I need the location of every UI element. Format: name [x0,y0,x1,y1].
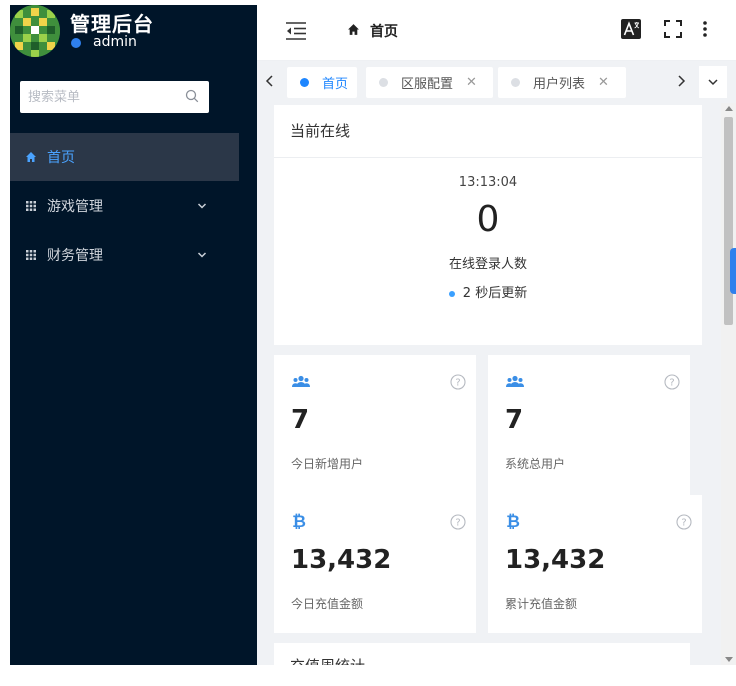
tab-dot [511,78,520,87]
tab-server-config[interactable]: 区服配置 ✕ [366,67,493,98]
breadcrumb[interactable]: 首页 [370,21,398,41]
online-count: 0 [476,199,500,240]
grid-icon [25,249,37,261]
current-time: 13:13:04 [458,175,518,190]
stat-card-new-users: ? 7 今日新增用户 [274,355,476,495]
bitcoin-icon: ₿ [292,512,306,530]
svg-text:?: ? [455,518,460,529]
stat-card-today-recharge: ₿ ? 13,432 今日充值金额 [274,495,476,633]
home-icon [348,24,359,35]
svg-text:₿: ₿ [506,512,520,530]
tab-dot [300,78,309,87]
settings-drawer-handle[interactable] [730,248,736,294]
tab-label: 用户列表 [533,77,586,92]
avatar-image [10,5,60,57]
online-status-dot [71,38,81,48]
stat-label: 今日新增用户 [291,457,364,471]
stat-value: 13,432 [291,545,392,575]
help-icon[interactable]: ? [450,374,466,390]
top-header: 首页 [257,5,736,61]
stat-card-total-recharge: ₿ ? 13,432 累计充值金额 [488,495,702,633]
sidebar-item-home[interactable]: 首页 [10,133,239,181]
tab-label: 首页 [322,77,349,92]
card-title: 充值周统计 [290,655,365,665]
stat-label: 今日充值金额 [291,597,364,611]
sidebar-item-finance-management[interactable]: 财务管理 [10,231,239,279]
menu-search-input[interactable] [28,82,178,112]
refresh-dot [448,290,455,297]
translate-icon [621,19,641,39]
recharge-weekly-card: 充值周统计 [274,643,690,665]
avatar[interactable] [10,5,60,57]
chevron-down-icon [197,252,207,258]
tab-dot [379,78,388,87]
fullscreen-button[interactable] [662,18,684,40]
brand: 管理后台 admin [10,5,257,63]
menu-search-box [20,81,209,113]
svg-text:?: ? [455,378,460,389]
stat-value: 7 [505,405,524,435]
stat-value: 13,432 [505,545,606,575]
sidebar: 管理后台 admin 首页 游戏管理 [10,5,257,665]
help-icon[interactable]: ? [450,514,466,530]
card-title: 当前在线 [290,122,351,140]
search-icon[interactable] [185,89,199,103]
scroll-up-arrow[interactable] [725,106,733,111]
more-vertical-icon [703,21,707,37]
sidebar-item-label: 首页 [47,150,75,166]
divider [274,157,702,158]
scrollbar-thumb[interactable] [724,117,733,325]
translate-button[interactable] [620,18,642,40]
svg-text:₿: ₿ [292,512,306,530]
chevron-down-icon [708,79,718,86]
refresh-text: 2 秒后更新 [462,286,528,301]
users-icon [506,375,524,387]
main-content: 当前在线 13:13:04 0 在线登录人数 2 秒后更新 ? 7 今日新增用户 [257,103,721,665]
stat-label: 系统总用户 [505,457,566,471]
collapse-menu-icon[interactable] [285,21,307,41]
stat-label: 累计充值金额 [505,597,578,611]
bitcoin-icon: ₿ [506,512,520,530]
chevron-right-icon[interactable] [674,74,688,88]
chevron-left-icon[interactable] [263,74,277,88]
stat-value: 7 [291,405,310,435]
online-card: 当前在线 13:13:04 0 在线登录人数 2 秒后更新 [274,105,702,345]
help-icon[interactable]: ? [676,514,692,530]
home-icon [25,151,37,163]
user-name[interactable]: admin [93,34,137,50]
online-count-label: 在线登录人数 [448,257,527,272]
tab-user-list[interactable]: 用户列表 ✕ [498,67,626,98]
tabs-bar: 首页 区服配置 ✕ 用户列表 ✕ [257,61,736,103]
users-icon [292,375,310,387]
sidebar-item-label: 游戏管理 [47,199,103,215]
tabs-dropdown-button[interactable] [699,66,727,98]
brand-title: 管理后台 [70,12,154,36]
grid-icon [25,200,37,212]
svg-text:?: ? [669,378,674,389]
content-scrollbar[interactable] [721,103,736,665]
more-button[interactable] [694,18,716,40]
help-icon[interactable]: ? [664,374,680,390]
sidebar-item-game-management[interactable]: 游戏管理 [10,182,239,230]
close-icon[interactable]: ✕ [466,75,477,90]
tab-label: 区服配置 [401,77,454,92]
chevron-down-icon [197,203,207,209]
sidebar-item-label: 财务管理 [47,248,103,264]
tab-home[interactable]: 首页 [287,67,357,98]
refresh-status: 2 秒后更新 [274,282,702,301]
stat-card-total-users: ? 7 系统总用户 [488,355,690,495]
scroll-down-arrow[interactable] [725,657,733,662]
fullscreen-icon [664,20,682,38]
svg-text:?: ? [681,518,686,529]
close-icon[interactable]: ✕ [598,75,609,90]
